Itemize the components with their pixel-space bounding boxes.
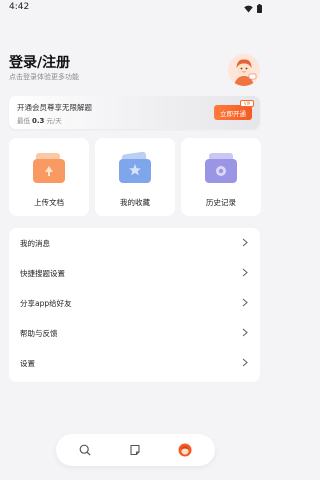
menu-list: 我的消息 快捷搜题设置 分享app给好友 帮助与反馈 设置 xyxy=(9,228,260,382)
avatar[interactable] xyxy=(228,54,260,86)
feature-label: 历史记录 xyxy=(206,198,236,207)
search-icon xyxy=(79,444,91,456)
favorites-icon xyxy=(119,151,151,183)
menu-item-label: 我的消息 xyxy=(20,238,50,248)
feature-history[interactable]: 历史记录 xyxy=(181,138,261,216)
menu-item-label: 帮助与反馈 xyxy=(20,328,58,338)
login-header: 登录/注册 点击登录体验更多功能 xyxy=(0,42,270,92)
status-icons xyxy=(244,0,262,17)
feature-label: 上传文档 xyxy=(34,198,64,207)
chevron-right-icon xyxy=(242,298,248,307)
chevron-right-icon xyxy=(242,238,248,247)
menu-item-settings[interactable]: 设置 xyxy=(9,348,260,378)
nav-search[interactable] xyxy=(77,442,93,458)
vip-price-prefix: 最低 xyxy=(17,117,30,125)
nav-profile[interactable] xyxy=(177,442,193,458)
menu-item-share-app[interactable]: 分享app给好友 xyxy=(9,288,260,318)
vip-price: 最低 0.3 元/天 xyxy=(17,115,62,125)
wifi-icon xyxy=(244,0,253,17)
menu-item-messages[interactable]: 我的消息 xyxy=(9,228,260,258)
bottom-nav xyxy=(56,434,215,466)
vip-price-amount: 0.3 xyxy=(32,117,45,125)
avatar-illustration-icon xyxy=(228,54,260,86)
login-subtitle: 点击登录体验更多功能 xyxy=(9,73,79,81)
vip-open-button[interactable]: 立即开通 xyxy=(214,105,252,120)
chevron-right-icon xyxy=(242,358,248,367)
vip-banner[interactable]: 开通会员尊享无限解题 最低 0.3 元/天 立即开通 VIP xyxy=(9,96,260,129)
status-time: 4:42 xyxy=(9,2,30,12)
feature-label: 我的收藏 xyxy=(120,198,150,207)
menu-item-label: 分享app给好友 xyxy=(20,298,72,308)
note-icon xyxy=(130,444,140,456)
status-bar: 4:42 xyxy=(0,0,270,14)
history-icon xyxy=(205,153,237,183)
feature-upload-document[interactable]: 上传文档 xyxy=(9,138,89,216)
chevron-right-icon xyxy=(242,328,248,337)
vip-tag: VIP xyxy=(240,100,254,107)
vip-title: 开通会员尊享无限解题 xyxy=(17,103,92,112)
upload-document-icon xyxy=(33,153,65,183)
menu-item-label: 设置 xyxy=(20,358,35,368)
battery-icon xyxy=(257,0,262,17)
menu-item-quick-search-settings[interactable]: 快捷搜题设置 xyxy=(9,258,260,288)
feature-favorites[interactable]: 我的收藏 xyxy=(95,138,175,216)
login-register-link[interactable]: 登录/注册 xyxy=(9,52,70,72)
menu-item-label: 快捷搜题设置 xyxy=(20,268,65,278)
menu-item-help-feedback[interactable]: 帮助与反馈 xyxy=(9,318,260,348)
nav-notes[interactable] xyxy=(127,442,143,458)
chevron-right-icon xyxy=(242,268,248,277)
profile-icon xyxy=(178,443,192,457)
vip-price-unit: 元/天 xyxy=(46,117,62,125)
